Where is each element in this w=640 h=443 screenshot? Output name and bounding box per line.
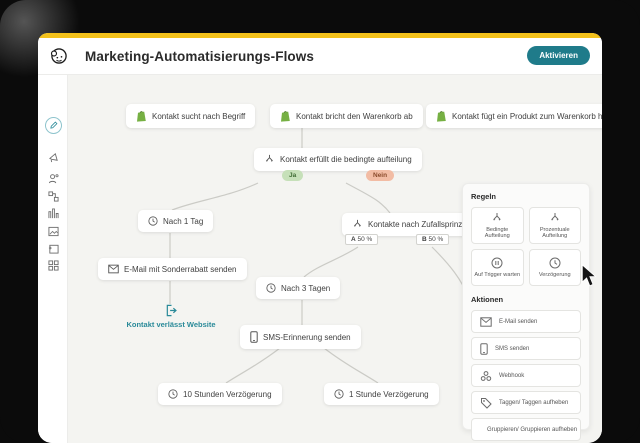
actions-section-title: Aktionen	[471, 295, 504, 304]
node-label: 1 Stunde Verzögerung	[349, 389, 429, 399]
action-label: Gruppieren/ Gruppieren aufheben	[487, 426, 578, 433]
branch-split-icon	[354, 219, 361, 227]
trigger-node-search[interactable]: Kontakt sucht nach Begriff	[126, 104, 256, 128]
sidebar-item-campaigns[interactable]	[38, 149, 68, 165]
rule-label: Prozentuale Aufteilung	[539, 226, 570, 239]
node-label: Kontakt erfüllt die bedingte aufteilung	[280, 155, 412, 164]
flow-split-icon	[47, 190, 59, 202]
grid-icon	[47, 259, 59, 271]
actions-list: E-Mail senden SMS senden Webhook Taggen/…	[471, 310, 581, 441]
branch-a-badge[interactable]: A 50 %	[345, 234, 379, 245]
rule-card-percentage-split[interactable]: Prozentuale Aufteilung	[528, 207, 581, 244]
image-icon	[47, 226, 59, 236]
branch-split-icon	[266, 154, 273, 162]
envelope-icon	[108, 264, 119, 274]
condition-node[interactable]: Kontakt erfüllt die bedingte aufteilung	[254, 148, 422, 171]
sidebar-item-apps[interactable]	[38, 257, 68, 273]
header: Marketing-Automatisierungs-Flows Aktivie…	[38, 38, 602, 75]
sidebar-item-automations[interactable]	[38, 188, 68, 204]
shopify-bag-icon	[437, 111, 446, 122]
exit-node[interactable]: Kontakt verlässt Website	[126, 304, 216, 329]
rule-label: Bedingte Aufteilung	[484, 226, 510, 239]
exit-icon	[166, 304, 177, 317]
trigger-node-abandon-cart[interactable]: Kontakt bricht den Warenkorb ab	[270, 104, 423, 128]
branch-letter: B	[422, 236, 427, 243]
device-frame: Marketing-Automatisierungs-Flows Aktivie…	[0, 0, 640, 443]
action-label: E-Mail senden	[499, 318, 538, 325]
page-title: Marketing-Automatisierungs-Flows	[85, 49, 314, 64]
pause-circle-icon	[491, 257, 503, 269]
action-label: Webhook	[499, 372, 525, 379]
email-action-node[interactable]: E-Mail mit Sonderrabatt senden	[98, 258, 247, 280]
mailchimp-logo	[50, 48, 67, 64]
node-label: Nach 1 Tag	[163, 216, 204, 226]
mouse-cursor	[581, 264, 597, 287]
branch-pct: 50 %	[357, 236, 373, 243]
clock-icon	[334, 389, 344, 399]
envelope-icon	[480, 316, 492, 327]
rule-card-delay[interactable]: Verzögerung	[528, 249, 581, 286]
sidebar-item-contacts[interactable]	[38, 170, 68, 186]
rule-card-conditional-split[interactable]: Bedingte Aufteilung	[471, 207, 524, 244]
branch-pct: 50 %	[428, 236, 444, 243]
delay-10h-node[interactable]: 10 Stunden Verzögerung	[158, 383, 282, 405]
trigger-node-add-to-cart[interactable]: Kontakt fügt ein Produkt zum Warenkorb h…	[426, 104, 602, 128]
clock-icon	[148, 216, 158, 226]
flow-canvas[interactable]: Kontakt sucht nach Begriff Kontakt brich…	[68, 75, 602, 443]
pencil-icon	[44, 116, 62, 134]
shopify-bag-icon	[281, 111, 290, 122]
delay-1h-node[interactable]: 1 Stunde Verzögerung	[324, 383, 439, 405]
node-label: Kontakte nach Zufallsprinzip	[368, 220, 469, 229]
shopify-bag-icon	[137, 111, 146, 122]
action-label: SMS senden	[495, 345, 530, 352]
activate-button[interactable]: Aktivieren	[527, 46, 590, 65]
rule-label: Verzögerung	[538, 271, 571, 278]
branch-no-badge[interactable]: Nein	[366, 170, 395, 181]
action-card-send-sms[interactable]: SMS senden	[471, 337, 581, 360]
node-label: Kontakt fügt ein Produkt zum Warenkorb h…	[452, 111, 602, 121]
sidebar-nav	[38, 75, 68, 443]
node-label: E-Mail mit Sonderrabatt senden	[124, 264, 237, 274]
action-card-send-email[interactable]: E-Mail senden	[471, 310, 581, 333]
contacts-icon	[48, 173, 58, 183]
clock-icon	[168, 389, 178, 399]
phone-icon	[480, 342, 488, 355]
sms-action-node[interactable]: SMS-Erinnerung senden	[240, 325, 361, 349]
node-label: SMS-Erinnerung senden	[263, 332, 351, 342]
delay-1day-node[interactable]: Nach 1 Tag	[138, 210, 214, 232]
branch-split-icon	[493, 212, 502, 221]
action-label: Taggen/ Taggen aufheben	[499, 399, 569, 406]
exit-label: Kontakt verlässt Website	[126, 320, 216, 329]
node-label: Nach 3 Tagen	[281, 283, 331, 293]
palette-panel: Regeln Bedingte Aufteilung Prozentuale A…	[462, 183, 590, 441]
action-card-webhook[interactable]: Webhook	[471, 364, 581, 387]
calendar-add-icon	[48, 244, 59, 254]
clock-icon	[549, 257, 561, 269]
rules-section-title: Regeln	[471, 192, 497, 201]
sidebar-item-calendar[interactable]	[38, 240, 68, 256]
action-card-tag[interactable]: Taggen/ Taggen aufheben	[471, 391, 581, 414]
megaphone-icon	[48, 152, 58, 162]
app-window: Marketing-Automatisierungs-Flows Aktivie…	[38, 33, 602, 443]
branch-letter: A	[351, 236, 356, 243]
action-card-group[interactable]: Gruppieren/ Gruppieren aufheben	[471, 418, 581, 441]
rule-label: Auf Trigger warten	[474, 271, 521, 278]
phone-icon	[250, 331, 258, 343]
delay-3days-node[interactable]: Nach 3 Tagen	[256, 277, 341, 299]
node-label: Kontakt bricht den Warenkorb ab	[296, 111, 413, 121]
webhook-icon	[480, 370, 492, 381]
bar-chart-icon	[47, 207, 59, 218]
node-label: Kontakt sucht nach Begriff	[152, 111, 246, 121]
rules-grid: Bedingte Aufteilung Prozentuale Aufteilu…	[471, 207, 581, 286]
tag-icon	[481, 397, 492, 409]
sidebar-item-edit[interactable]	[38, 116, 68, 134]
branch-split-icon	[550, 212, 559, 221]
clock-icon	[266, 283, 276, 293]
sidebar-item-content[interactable]	[38, 223, 68, 239]
rule-card-wait-for-trigger[interactable]: Auf Trigger warten	[471, 249, 524, 286]
node-label: 10 Stunden Verzögerung	[183, 389, 272, 399]
sidebar-item-analytics[interactable]	[38, 205, 68, 221]
branch-yes-badge[interactable]: Ja	[282, 170, 304, 181]
branch-b-badge[interactable]: B 50 %	[416, 234, 450, 245]
